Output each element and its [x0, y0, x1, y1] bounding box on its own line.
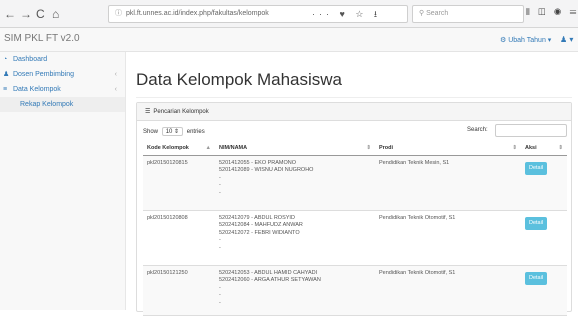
table-controls: Show 10 ⇕ entries Search: — [137, 121, 571, 141]
cell-prodi: Pendidikan Teknik Mesin, S1 — [375, 155, 521, 211]
cell-aksi: Detail — [521, 265, 567, 316]
sidebar-item-label: Rekap Kelompok — [20, 101, 74, 108]
sidebar-item-rekap-kelompok[interactable]: Rekap Kelompok — [0, 97, 125, 112]
entries-select[interactable]: 10 ⇕ — [161, 127, 184, 136]
toolbar-icons[interactable]: ⫴ ◫ ◉ ☰ — [526, 7, 578, 18]
entries-value: 10 — [165, 129, 173, 135]
panel-heading: ☰ Pencarian Kelompok — [137, 103, 571, 121]
sort-icon: ⇕ — [512, 144, 517, 151]
sidebar-item-label: Dosen Pembimbing — [12, 71, 75, 78]
sort-icon: ⇕ — [558, 144, 563, 151]
cell-aksi: Detail — [521, 155, 567, 211]
page-actions-icon[interactable]: ··· ♥ ☆ ⭳ — [312, 7, 381, 23]
table-row: pkl20150120808 5202412079 - ABDUL ROSYID… — [143, 210, 567, 266]
table-row: pkl20150120815 5201412055 - EKO PRAMONO … — [143, 155, 567, 211]
table-row: pkl20150121250 5202412053 - ABDUL HAMID … — [143, 265, 567, 316]
change-year-menu[interactable]: ⚙ Ubah Tahun ▾ — [500, 36, 551, 44]
sort-asc-icon: ▲ — [205, 144, 211, 151]
sidebar: ◔ Dashboard ♟ Dosen Pembimbing ‹ ≡ Data … — [0, 52, 126, 310]
cell-kode: pkl20150120808 — [143, 210, 215, 266]
kelompok-table: Kode Kelompok ▲ NIM/NAMA ⇕ Prodi ⇕ Aksi ⇕ pk… — [143, 141, 567, 316]
chevron-left-icon: ‹ — [114, 86, 117, 93]
browser-toolbar: ← → C ⌂ ⓘ pkl.ft.unnes.ac.id/index.php/fa… — [0, 0, 578, 28]
cell-prodi: Pendidikan Teknik Otomotif, S1 — [375, 210, 521, 266]
detail-button[interactable]: Detail — [525, 161, 548, 175]
detail-button[interactable]: Detail — [525, 271, 548, 285]
detail-button[interactable]: Detail — [525, 216, 548, 230]
table-search-input[interactable] — [495, 124, 567, 137]
sidebar-item-data-kelompok[interactable]: ≡ Data Kelompok ‹ — [0, 82, 125, 97]
panel-title: Pencarian Kelompok — [153, 109, 209, 115]
list-icon: ☰ — [145, 109, 151, 115]
cell-prodi: Pendidikan Teknik Otomotif, S1 — [375, 265, 521, 316]
cell-kode: pkl20150121250 — [143, 265, 215, 316]
column-header-nim-nama[interactable]: NIM/NAMA ⇕ — [215, 141, 375, 156]
list-icon: ≡ — [3, 86, 8, 93]
search-label: Search: — [467, 127, 488, 133]
user-icon: ♟ — [3, 71, 10, 78]
app-navbar: SIM PKL FT v2.0 ⚙ Ubah Tahun ▾ ♟ ▾ — [0, 28, 578, 52]
column-header-prodi[interactable]: Prodi ⇕ — [375, 141, 521, 156]
info-icon[interactable]: ⓘ — [115, 10, 122, 17]
column-header-aksi[interactable]: Aksi ⇕ — [521, 141, 567, 156]
forward-icon[interactable]: → — [20, 7, 32, 21]
browser-search-input[interactable]: ⚲ Search — [412, 5, 524, 23]
back-icon[interactable]: ← — [4, 7, 16, 21]
sort-icon: ⇕ — [366, 144, 371, 151]
show-label: Show — [143, 129, 159, 135]
page-title: Data Kelompok Mahasiswa — [136, 70, 342, 89]
sidebar-item-dashboard[interactable]: ◔ Dashboard — [0, 52, 125, 67]
sidebar-item-label: Data Kelompok — [12, 86, 61, 93]
main-content: Data Kelompok Mahasiswa ☰ Pencarian Kelom… — [126, 52, 578, 316]
cell-kode: pkl20150120815 — [143, 155, 215, 211]
sidebar-item-label: Dashboard — [12, 56, 48, 63]
search-panel: ☰ Pencarian Kelompok Show 10 ⇕ entries Se… — [136, 102, 572, 316]
cell-aksi: Detail — [521, 210, 567, 266]
cell-members: 5202412079 - ABDUL ROSYID 5202412084 - M… — [215, 210, 375, 266]
table-header-row: Kode Kelompok ▲ NIM/NAMA ⇕ Prodi ⇕ Aksi ⇕ — [143, 141, 567, 156]
url-text: pkl.ft.unnes.ac.id/index.php/fakultas/ke… — [126, 10, 269, 17]
home-icon[interactable]: ⌂ — [52, 7, 59, 21]
chevron-left-icon: ‹ — [114, 71, 117, 78]
user-menu[interactable]: ♟ ▾ — [560, 35, 573, 44]
entries-label: entries — [186, 129, 205, 135]
reload-icon[interactable]: C — [36, 7, 45, 21]
dashboard-icon: ◔ — [3, 56, 8, 63]
sidebar-item-dosen-pembimbing[interactable]: ♟ Dosen Pembimbing ‹ — [0, 67, 125, 82]
divider — [136, 97, 572, 98]
column-header-kode[interactable]: Kode Kelompok ▲ — [143, 141, 215, 156]
entries-control: Show 10 ⇕ entries — [143, 127, 205, 136]
cell-members: 5201412055 - EKO PRAMONO 5201412089 - WI… — [215, 155, 375, 211]
brand-title[interactable]: SIM PKL FT v2.0 — [4, 33, 80, 44]
cell-members: 5202412053 - ABDUL HAMID CAHYADI 5202412… — [215, 265, 375, 316]
search-placeholder: Search — [426, 10, 449, 17]
